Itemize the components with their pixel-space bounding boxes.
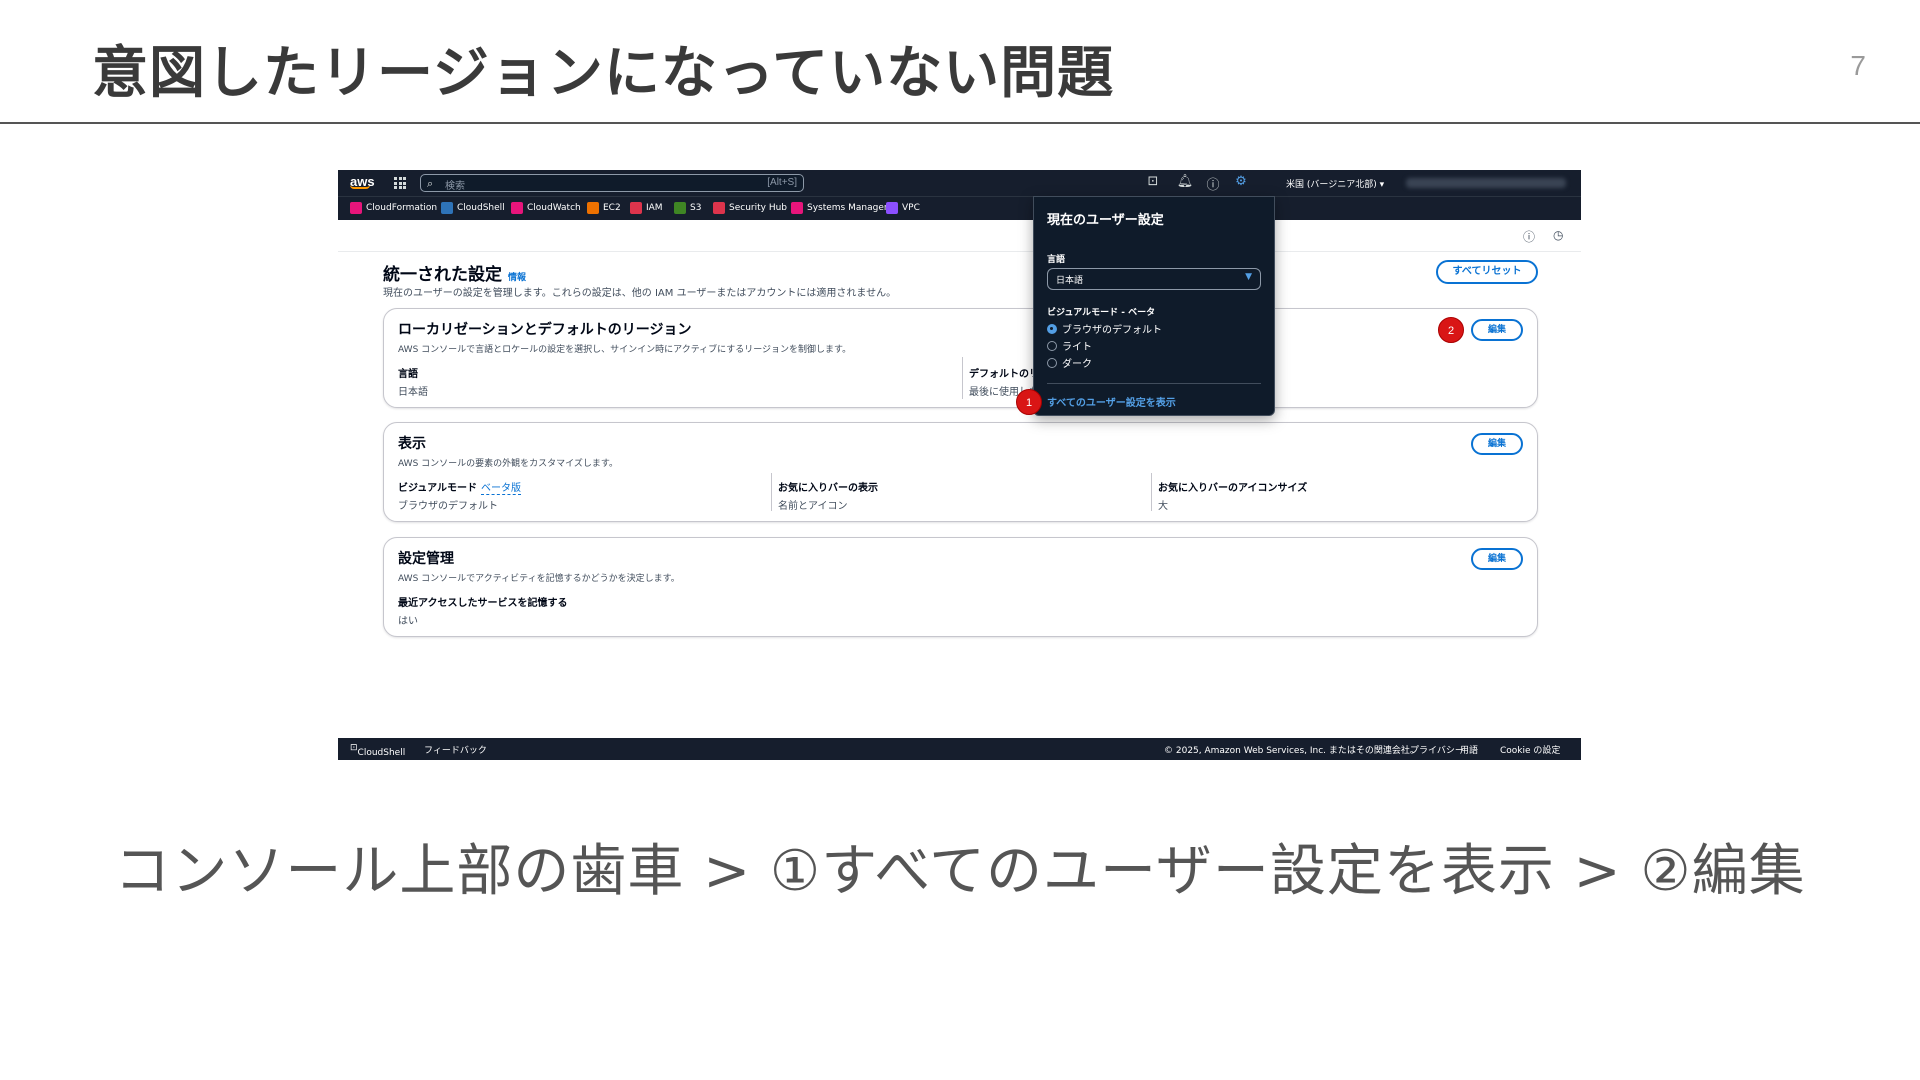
popover-language-label: 言語: [1047, 255, 1066, 265]
localization-edit-button[interactable]: 編集: [1471, 319, 1523, 341]
info-icon[interactable]: ⓘ: [1523, 228, 1535, 245]
console-screenshot: aws ⌕ 検索 [Alt+S] ⊡ 🔔︎ ⓘ ⚙ 米国 (バージニア北部) ▾…: [338, 170, 1581, 760]
iam-icon: [630, 202, 642, 214]
fav-cloudshell[interactable]: CloudShell: [441, 202, 505, 214]
user-settings-popover: 現在のユーザー設定 言語 日本語 ▼ ビジュアルモード - ベータ ブラウザのデ…: [1033, 196, 1275, 416]
fav-cloudformation[interactable]: CloudFormation: [350, 202, 437, 214]
cloudshell-icon[interactable]: ⊡: [1144, 174, 1162, 189]
display-card: 表示 AWS コンソールの要素の外観をカスタマイズします。 編集 ビジュアルモー…: [383, 422, 1538, 522]
page-number: 7: [1850, 50, 1866, 81]
cloudshell-icon: [441, 202, 453, 214]
region-selector[interactable]: 米国 (バージニア北部) ▾: [1286, 177, 1384, 190]
column-divider: [771, 473, 772, 511]
reset-all-button[interactable]: すべてリセット: [1436, 260, 1538, 284]
footer-privacy-link[interactable]: プライバシー: [1410, 743, 1464, 756]
language-field: 言語 日本語: [398, 369, 428, 398]
card-title: 表示: [398, 436, 426, 452]
search-placeholder: 検索: [445, 181, 465, 192]
aws-logo[interactable]: aws: [350, 174, 375, 189]
card-title: ローカリゼーションとデフォルトのリージョン: [398, 322, 692, 338]
favorites-bar-display-field: お気に入りバーの表示 名前とアイコン: [778, 483, 878, 512]
settings-management-card: 設定管理 AWS コンソールでアクティビティを記憶するかどうかを決定します。 編…: [383, 537, 1538, 637]
view-all-user-settings-link[interactable]: すべてのユーザー設定を表示: [1047, 394, 1176, 409]
footer-feedback-link[interactable]: フィードバック: [424, 743, 487, 756]
fav-systems-manager[interactable]: Systems Manager: [791, 202, 888, 214]
page-description: 現在のユーザーの設定を管理します。これらの設定は、他の IAM ユーザーまたはア…: [383, 288, 897, 299]
step-marker-1: 1: [1016, 389, 1042, 415]
favorites-bar: CloudFormation CloudShell CloudWatch EC2…: [338, 196, 1581, 220]
page-title: 統一された設定 情報: [383, 265, 527, 285]
favorites-icon-size-field: お気に入りバーのアイコンサイズ 大: [1158, 483, 1308, 512]
popover-visual-mode-label: ビジュアルモード - ベータ: [1047, 308, 1156, 318]
sub-toolbar: ⓘ ◷: [338, 220, 1581, 252]
fav-security-hub[interactable]: Security Hub: [713, 202, 787, 214]
beta-link[interactable]: ベータ版: [481, 483, 521, 495]
language-select[interactable]: 日本語 ▼: [1047, 268, 1261, 290]
column-divider: [1151, 473, 1152, 511]
recent-services-field: 最近アクセスしたサービスを記憶する はい: [398, 598, 568, 627]
search-shortcut: [Alt+S]: [767, 177, 797, 188]
display-edit-button[interactable]: 編集: [1471, 433, 1523, 455]
footer-copyright: © 2025, Amazon Web Services, Inc. またはその関…: [1164, 746, 1419, 756]
radio-icon: [1047, 340, 1057, 351]
step-marker-2: 2: [1438, 317, 1464, 343]
fav-ec2[interactable]: EC2: [587, 202, 621, 214]
slide-caption: コンソール上部の歯車 > ①すべてのユーザー設定を表示 > ②編集: [114, 839, 1806, 904]
info-link[interactable]: 情報: [508, 273, 526, 283]
radio-light[interactable]: ライト: [1047, 338, 1092, 353]
popover-title: 現在のユーザー設定: [1047, 213, 1164, 228]
radio-selected-icon: [1047, 323, 1057, 334]
caret-down-icon: ▼: [1245, 272, 1252, 282]
card-description: AWS コンソールでアクティビティを記憶するかどうかを決定します。: [398, 574, 680, 584]
fav-vpc[interactable]: VPC: [886, 202, 920, 214]
history-icon[interactable]: ◷: [1553, 228, 1563, 242]
account-menu[interactable]: [1406, 178, 1566, 188]
search-input[interactable]: ⌕ 検索 [Alt+S]: [420, 174, 804, 192]
slide-title: 意図したリージョンになっていない問題: [92, 41, 1115, 106]
settings-management-edit-button[interactable]: 編集: [1471, 548, 1523, 570]
settings-gear-icon[interactable]: ⚙: [1232, 174, 1250, 189]
visual-mode-field: ビジュアルモード ベータ版 ブラウザのデフォルト: [398, 483, 521, 512]
help-icon[interactable]: ⓘ: [1204, 174, 1222, 193]
vpc-icon: [886, 202, 898, 214]
search-icon: ⌕: [427, 177, 434, 190]
ec2-icon: [587, 202, 599, 214]
fav-cloudwatch[interactable]: CloudWatch: [511, 202, 581, 214]
fav-iam[interactable]: IAM: [630, 202, 663, 214]
card-title: 設定管理: [398, 551, 454, 567]
notifications-bell-icon[interactable]: 🔔︎: [1176, 174, 1194, 189]
console-footer: ⊡ CloudShell フィードバック © 2025, Amazon Web …: [338, 738, 1581, 760]
title-divider: [0, 122, 1920, 124]
radio-browser-default[interactable]: ブラウザのデフォルト: [1047, 321, 1162, 336]
footer-cookie-link[interactable]: Cookie の設定: [1500, 743, 1560, 756]
services-menu-icon[interactable]: [394, 177, 406, 189]
footer-terms-link[interactable]: 用語: [1460, 743, 1478, 756]
top-navigation-bar: aws ⌕ 検索 [Alt+S] ⊡ 🔔︎ ⓘ ⚙ 米国 (バージニア北部) ▾: [338, 170, 1581, 196]
card-description: AWS コンソールの要素の外観をカスタマイズします。: [398, 459, 618, 469]
radio-dark[interactable]: ダーク: [1047, 355, 1092, 370]
popover-divider: [1047, 383, 1261, 384]
s3-icon: [674, 202, 686, 214]
cloudformation-icon: [350, 202, 362, 214]
security-hub-icon: [713, 202, 725, 214]
column-divider: [962, 357, 963, 399]
footer-cloudshell-link[interactable]: ⊡ CloudShell: [350, 743, 405, 758]
radio-icon: [1047, 357, 1057, 368]
fav-s3[interactable]: S3: [674, 202, 701, 214]
localization-card: ローカリゼーションとデフォルトのリージョン AWS コンソールで言語とロケールの…: [383, 308, 1538, 408]
card-description: AWS コンソールで言語とロケールの設定を選択し、サインイン時にアクティブにする…: [398, 345, 852, 355]
systems-manager-icon: [791, 202, 803, 214]
cloudwatch-icon: [511, 202, 523, 214]
